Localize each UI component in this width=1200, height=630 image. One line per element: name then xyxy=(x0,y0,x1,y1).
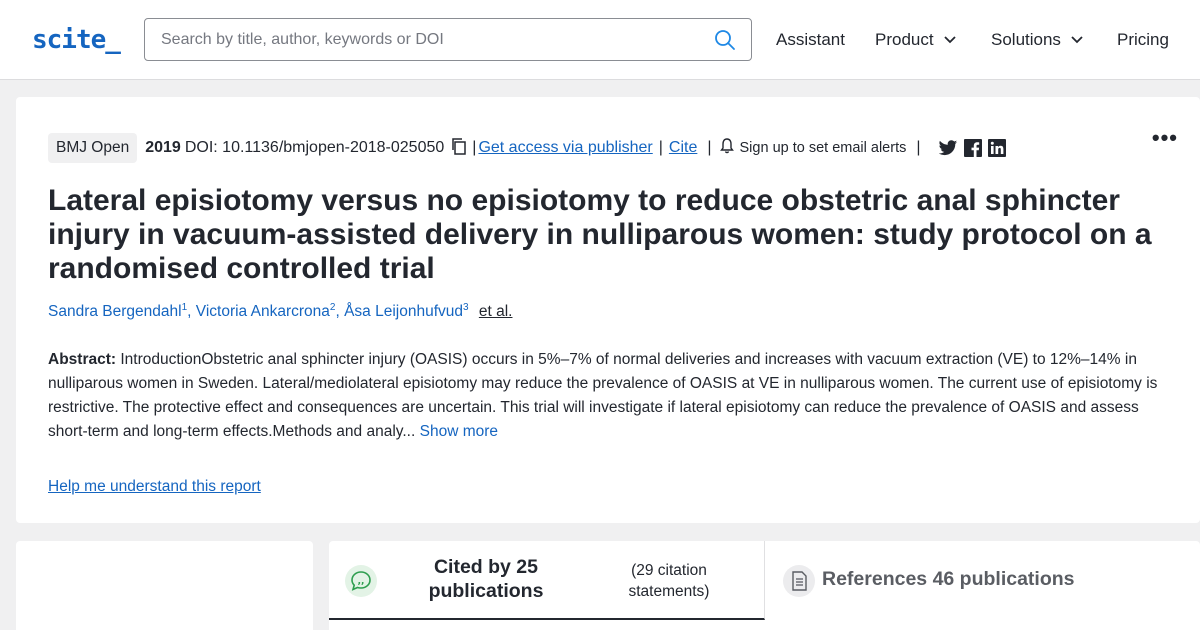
nav-solutions[interactable]: Solutions xyxy=(991,30,1083,50)
paper-meta-row: BMJ Open 2019 DOI: 10.1136/bmjopen-2018-… xyxy=(48,133,1009,163)
nav-product-label: Product xyxy=(875,30,934,49)
nav-product[interactable]: Product xyxy=(875,30,956,50)
get-access-link[interactable]: Get access via publisher xyxy=(478,139,652,157)
tab-references[interactable]: References 46 publications xyxy=(822,568,1075,591)
twitter-icon[interactable] xyxy=(938,139,958,157)
scite-logo[interactable]: scite_ xyxy=(32,25,121,55)
chevron-down-icon xyxy=(943,36,956,44)
separator: | xyxy=(707,139,712,156)
abstract: Abstract: IntroductionObstetric anal sph… xyxy=(48,348,1178,444)
linkedin-icon[interactable] xyxy=(987,139,1006,157)
copy-icon[interactable] xyxy=(450,137,468,160)
author-name: Åsa Leijonhufvud xyxy=(344,303,463,321)
paper-card: BMJ Open 2019 DOI: 10.1136/bmjopen-2018-… xyxy=(16,97,1200,523)
publication-year: 2019 xyxy=(145,139,181,156)
help-understand-link[interactable]: Help me understand this report xyxy=(48,478,261,496)
nav-assistant[interactable]: Assistant xyxy=(776,30,845,50)
search-icon[interactable] xyxy=(713,28,737,52)
nav-assistant-label: Assistant xyxy=(776,30,845,49)
doi-text: DOI: 10.1136/bmjopen-2018-025050 xyxy=(184,139,445,156)
search-box[interactable] xyxy=(144,18,752,61)
author-affiliation: 3 xyxy=(463,302,469,313)
quote-bubble-icon: ,, xyxy=(345,565,377,597)
author-list: Sandra Bergendahl1, Victoria Ankarcrona2… xyxy=(48,302,512,321)
nav-solutions-label: Solutions xyxy=(991,30,1061,49)
author-separator: , xyxy=(187,303,192,321)
email-alert-signup[interactable]: Sign up to set email alerts xyxy=(740,140,907,156)
search-input[interactable] xyxy=(161,28,701,52)
abstract-label: Abstract: xyxy=(48,351,117,368)
author-name: Victoria Ankarcrona xyxy=(195,303,330,321)
cite-link[interactable]: Cite xyxy=(669,139,697,157)
separator: | xyxy=(472,139,477,156)
separator: | xyxy=(916,139,921,156)
bell-icon[interactable] xyxy=(719,137,734,159)
tab-cited-by[interactable]: ,, Cited by 25 publications (29 citation… xyxy=(329,541,765,620)
et-al-link[interactable]: et al. xyxy=(479,303,513,320)
top-header: scite_ Assistant Product Solutions Prici… xyxy=(0,0,1200,80)
author-link[interactable]: Sandra Bergendahl1 xyxy=(48,302,187,321)
separator: | xyxy=(658,139,663,156)
chevron-down-icon xyxy=(1071,36,1083,44)
document-icon xyxy=(783,565,815,597)
svg-text:,,: ,, xyxy=(358,577,365,587)
nav-pricing-label: Pricing xyxy=(1117,30,1169,49)
author-link[interactable]: Victoria Ankarcrona2 xyxy=(195,302,336,321)
facebook-icon[interactable] xyxy=(963,139,982,157)
author-link[interactable]: Åsa Leijonhufvud3 xyxy=(344,302,469,321)
abstract-text: IntroductionObstetric anal sphincter inj… xyxy=(48,351,1158,440)
citation-tabs: ,, Cited by 25 publications (29 citation… xyxy=(329,541,1200,630)
show-more-link[interactable]: Show more xyxy=(420,423,498,440)
social-share xyxy=(935,139,1009,157)
paper-title: Lateral episiotomy versus no episiotomy … xyxy=(48,184,1152,285)
cited-by-label: Cited by 25 publications xyxy=(428,556,544,602)
nav-pricing[interactable]: Pricing xyxy=(1117,30,1169,50)
author-separator: , xyxy=(335,303,340,321)
citation-statements-count: (29 citation statements) xyxy=(628,562,710,600)
left-panel xyxy=(16,541,313,630)
journal-badge[interactable]: BMJ Open xyxy=(48,133,138,163)
more-options-button[interactable]: ••• xyxy=(1152,125,1178,151)
author-name: Sandra Bergendahl xyxy=(48,303,182,321)
